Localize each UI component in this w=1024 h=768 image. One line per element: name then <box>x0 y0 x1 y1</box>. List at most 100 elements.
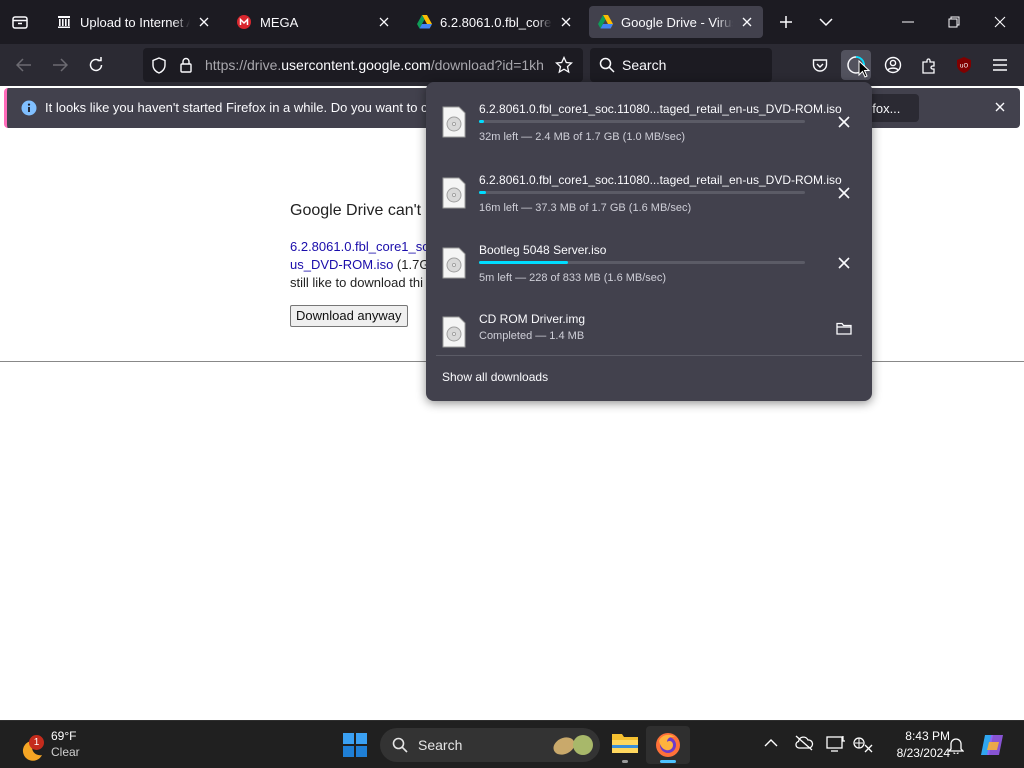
file-size-text: (1.7G <box>396 257 430 272</box>
reload-icon[interactable] <box>81 50 111 80</box>
disc-file-icon <box>442 177 466 209</box>
download-progress-fill <box>479 261 569 264</box>
downloads-panel: 6.2.8061.0.fbl_core1_soc.11080...taged_r… <box>426 82 872 401</box>
close-notification-icon[interactable] <box>995 102 1005 112</box>
notification-message: It looks like you haven't started Firefo… <box>45 100 463 115</box>
ublock-origin-icon[interactable]: uO <box>949 50 979 80</box>
weather-condition: Clear <box>51 745 80 759</box>
file-link-line1: 6.2.8061.0.fbl_core1_sc <box>290 239 429 254</box>
copilot-icon[interactable] <box>979 732 1005 758</box>
close-icon[interactable] <box>739 14 755 30</box>
active-app-indicator <box>660 760 676 763</box>
running-indicator <box>622 760 628 763</box>
download-filename: 6.2.8061.0.fbl_core1_soc.11080...taged_r… <box>479 173 842 187</box>
firefox-taskbar-button[interactable] <box>646 726 690 764</box>
warning-body-tail: still like to download thi <box>290 275 423 290</box>
cancel-icon[interactable] <box>834 112 854 132</box>
account-icon[interactable] <box>878 50 908 80</box>
extensions-puzzle-icon[interactable] <box>914 50 944 80</box>
hamburger-menu-icon[interactable] <box>985 50 1015 80</box>
navigation-toolbar: https://drive.usercontent.google.com/dow… <box>0 44 1024 86</box>
search-placeholder: Search <box>622 57 667 73</box>
cancel-icon[interactable] <box>834 183 854 203</box>
disc-file-icon <box>442 247 466 279</box>
mouse-cursor-icon <box>858 60 870 78</box>
firefox-view-icon[interactable] <box>8 10 32 34</box>
tracking-protection-shield-icon[interactable] <box>151 57 167 74</box>
search-icon <box>392 737 408 753</box>
close-icon[interactable] <box>376 14 392 30</box>
close-window-icon[interactable] <box>988 10 1012 34</box>
download-anyway-button[interactable]: Download anyway <box>290 305 408 327</box>
close-icon[interactable] <box>196 14 212 30</box>
mega-icon <box>236 14 252 30</box>
download-progress-bar <box>479 261 805 264</box>
search-bar[interactable]: Search <box>590 48 772 82</box>
weather-temperature: 69°F <box>51 729 77 743</box>
back-icon[interactable] <box>9 50 39 80</box>
close-icon[interactable] <box>558 14 574 30</box>
tab-google-drive-virus-scan[interactable]: Google Drive - Virus sc <box>589 6 763 38</box>
folder-icon[interactable] <box>834 318 854 338</box>
clock-date[interactable]: 8/23/2024 <box>884 746 950 760</box>
tab-title: Upload to Internet Arch <box>80 14 190 30</box>
url-suffix: /download?id=1kh <box>430 57 544 73</box>
taskbar: 1 69°F Clear Search 8:43 PM 8/23/2024 <box>0 720 1024 768</box>
tab-upload-internet-archive[interactable]: Upload to Internet Arch <box>48 6 220 38</box>
notification-badge: 1 <box>29 735 44 750</box>
download-item[interactable]: CD ROM Driver.img Completed — 1.4 MB <box>436 304 862 366</box>
show-all-downloads-link[interactable]: Show all downloads <box>442 370 548 384</box>
restore-icon[interactable] <box>942 10 966 34</box>
download-progress-fill <box>479 191 487 194</box>
internet-archive-icon <box>56 14 72 30</box>
bookmark-star-icon[interactable] <box>555 56 573 74</box>
download-item[interactable]: 6.2.8061.0.fbl_core1_soc.11080...taged_r… <box>436 165 862 227</box>
new-tab-icon[interactable] <box>774 10 798 34</box>
download-item[interactable]: 6.2.8061.0.fbl_core1_soc.11080...taged_r… <box>436 94 862 156</box>
tab-strip: Upload to Internet Arch MEGA 6.2.8061.0.… <box>0 0 1024 44</box>
warning-text: 6.2.8061.0.fbl_core1_sc us_DVD-ROM.iso (1… <box>290 238 430 292</box>
search-highlight-icon <box>550 732 596 758</box>
tab-mega[interactable]: MEGA <box>228 6 400 38</box>
download-progress-bar <box>479 191 805 194</box>
download-filename: CD ROM Driver.img <box>479 312 586 326</box>
clock-time[interactable]: 8:43 PM <box>890 729 950 743</box>
display-icon[interactable] <box>826 735 846 753</box>
cancel-icon[interactable] <box>834 253 854 273</box>
disc-file-icon <box>442 106 466 138</box>
address-bar[interactable]: https://drive.usercontent.google.com/dow… <box>143 48 583 82</box>
file-link-line2: us_DVD-ROM.iso <box>290 257 394 272</box>
download-filename: 6.2.8061.0.fbl_core1_soc.11080...taged_r… <box>479 102 842 116</box>
download-item[interactable]: Bootleg 5048 Server.iso 5m left — 228 of… <box>436 235 862 297</box>
taskbar-search-box[interactable]: Search <box>380 728 600 762</box>
lock-icon[interactable] <box>179 57 193 73</box>
taskbar-search-placeholder: Search <box>418 737 463 753</box>
list-all-tabs-icon[interactable] <box>814 10 838 34</box>
file-explorer-icon[interactable] <box>611 731 639 755</box>
tab-title: MEGA <box>260 14 299 30</box>
tab-title: 6.2.8061.0.fbl_core1_soc <box>440 14 552 30</box>
tab-title: Google Drive - Virus sc <box>621 14 733 30</box>
windows-start-icon[interactable] <box>342 732 368 758</box>
network-icon[interactable] <box>852 734 874 754</box>
info-icon <box>21 100 37 116</box>
notification-bell-icon[interactable] <box>948 736 964 754</box>
pocket-icon[interactable] <box>805 50 835 80</box>
download-filename: Bootleg 5048 Server.iso <box>479 243 607 257</box>
chevron-up-icon[interactable] <box>764 738 778 748</box>
disc-file-icon <box>442 316 466 348</box>
url-text[interactable]: https://drive.usercontent.google.com/dow… <box>205 57 545 73</box>
page-title: Google Drive can't <box>290 202 422 219</box>
url-domain: usercontent.google.com <box>281 57 431 73</box>
download-status: 16m left — 37.3 MB of 1.7 GB (1.6 MB/sec… <box>479 202 692 214</box>
cloud-offline-icon[interactable] <box>794 735 814 751</box>
search-icon <box>599 57 615 73</box>
forward-icon[interactable] <box>45 50 75 80</box>
divider <box>436 355 862 356</box>
google-drive-icon <box>597 14 613 30</box>
minimize-icon[interactable] <box>896 10 920 34</box>
google-drive-icon <box>416 14 432 30</box>
tab-google-drive-file[interactable]: 6.2.8061.0.fbl_core1_soc <box>408 6 582 38</box>
download-status: Completed — 1.4 MB <box>479 330 585 342</box>
download-status: 32m left — 2.4 MB of 1.7 GB (1.0 MB/sec) <box>479 131 686 143</box>
